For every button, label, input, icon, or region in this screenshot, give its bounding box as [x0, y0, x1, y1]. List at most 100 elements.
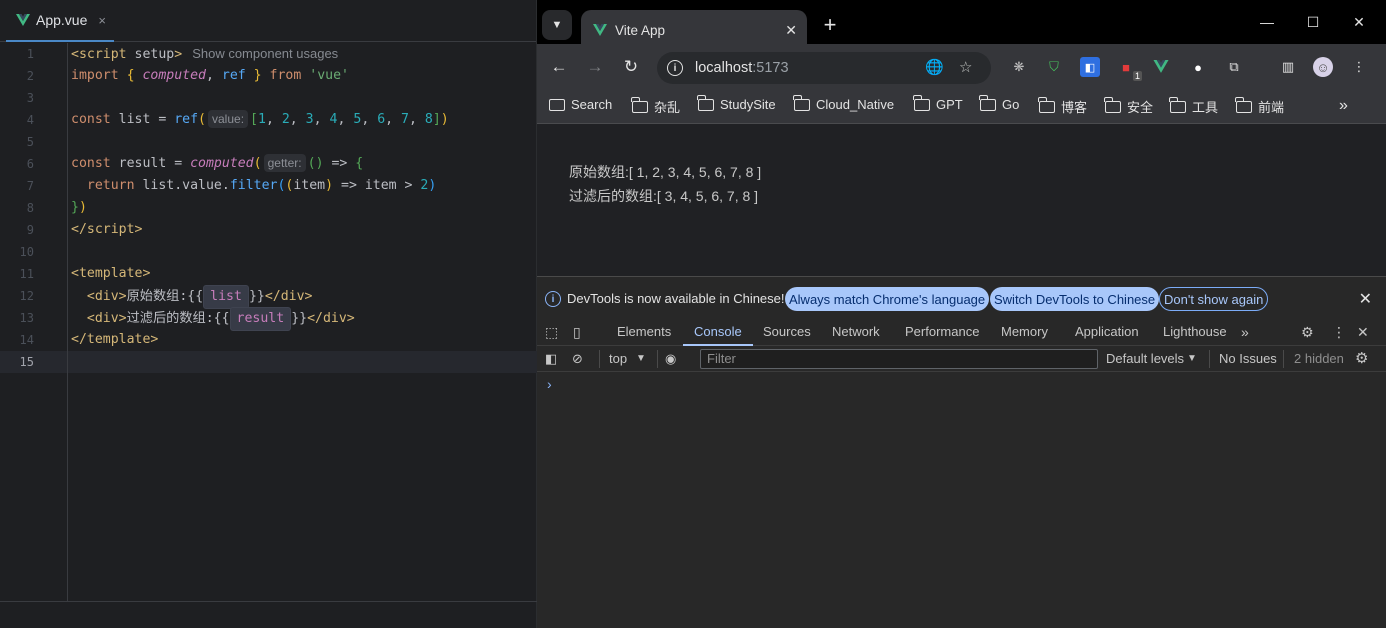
tab-lighthouse[interactable]: Lighthouse: [1163, 324, 1227, 339]
console-toolbar: ◧ ⊘ top ▼ ◉ Filter Default levels ▼ No I…: [537, 346, 1386, 372]
bookmark-folder[interactable]: 工具: [1169, 96, 1218, 116]
chevron-down-icon: ▼: [636, 353, 646, 364]
minimize-button[interactable]: —: [1255, 14, 1279, 30]
console-prompt[interactable]: ›: [547, 376, 552, 392]
bookmark-folder[interactable]: Go: [979, 94, 1019, 112]
code-line: <script setup> Show component usages: [71, 46, 339, 62]
arrow-left-icon: ←: [550, 57, 568, 76]
folder-icon: [1169, 96, 1186, 113]
extension-icon[interactable]: ❋: [1009, 57, 1029, 77]
line-number: 2: [26, 69, 34, 83]
page-text-original: 原始数组:[ 1, 2, 3, 4, 5, 6, 7, 8 ]: [569, 164, 762, 180]
code-line: const list = ref(value: [1, 2, 3, 4, 5, 6…: [71, 110, 449, 128]
gear-icon[interactable]: ⚙: [1355, 349, 1368, 367]
bookmark-folder[interactable]: 安全: [1104, 96, 1153, 116]
clear-console-icon[interactable]: ⊘: [572, 351, 583, 367]
match-language-button[interactable]: Always match Chrome's language: [785, 287, 990, 311]
menu-icon[interactable]: ⋮: [1349, 57, 1369, 77]
code-text-original: 原始数组:: [126, 289, 188, 304]
forward-button[interactable]: →: [581, 53, 609, 81]
log-levels-dropdown[interactable]: Default levels: [1106, 351, 1184, 366]
issues-count[interactable]: No Issues: [1219, 351, 1277, 366]
record-extension-icon[interactable]: ■ 1: [1116, 57, 1142, 81]
tab-elements[interactable]: Elements: [617, 324, 671, 339]
line-number: 15: [19, 355, 34, 369]
vue-devtools-icon[interactable]: [1151, 57, 1171, 77]
kebab-menu-icon[interactable]: ⋮: [1332, 324, 1346, 341]
dont-show-again-button[interactable]: Don't show again: [1159, 287, 1269, 311]
address-bar[interactable]: i localhost:5173 🌐 ☆: [657, 52, 991, 84]
browser-window: ▼ Vite App ✕ + — ☐ ✕ ← → ↻ i localhost:5…: [537, 0, 1386, 628]
folder-icon: [697, 94, 714, 111]
line-number-gutter: 1 2 3 4 5 6 7 8 9 10 11 12 13 14 15: [0, 43, 68, 601]
title-bar: ▼ Vite App ✕ + — ☐ ✕: [537, 0, 1386, 50]
tab-sources[interactable]: Sources: [763, 324, 811, 339]
bookmark-search[interactable]: Search: [549, 97, 612, 112]
close-icon[interactable]: ×: [98, 13, 106, 28]
reload-button[interactable]: ↻: [617, 53, 645, 81]
code-line: <template>: [71, 266, 151, 281]
eye-icon[interactable]: ◉: [665, 351, 676, 367]
maximize-button[interactable]: ☐: [1301, 14, 1325, 31]
gear-icon[interactable]: ⚙: [1301, 324, 1314, 341]
more-tabs-icon[interactable]: »: [1241, 324, 1249, 340]
tab-application[interactable]: Application: [1075, 324, 1139, 339]
context-selector[interactable]: top: [609, 351, 627, 366]
line-number: 5: [26, 135, 34, 149]
usages-hint[interactable]: Show component usages: [192, 46, 338, 61]
back-button[interactable]: ←: [545, 53, 573, 81]
circle-extension-icon[interactable]: ●: [1188, 57, 1208, 77]
close-window-button[interactable]: ✕: [1347, 14, 1371, 31]
bookmarks-bar: Search 杂乱 StudySite Cloud_Native GPT Go …: [537, 90, 1386, 124]
sidebar-toggle-icon[interactable]: ◧: [545, 351, 557, 367]
chevron-down-icon: ▼: [1187, 353, 1197, 364]
chevron-double-right-icon: »: [1339, 97, 1348, 114]
close-icon[interactable]: ✕: [785, 22, 797, 39]
console-filter-input[interactable]: Filter: [700, 349, 1098, 369]
folder-icon: [793, 94, 810, 111]
avatar[interactable]: ☺: [1313, 57, 1333, 77]
puzzle-icon[interactable]: ⧉: [1224, 57, 1244, 77]
code-line: const result = computed(getter:() => {: [71, 154, 364, 172]
inspect-element-icon[interactable]: ⬚: [545, 324, 558, 341]
star-icon[interactable]: ☆: [959, 58, 972, 76]
switch-language-button[interactable]: Switch DevTools to Chinese: [990, 287, 1160, 311]
folder-icon: [1104, 96, 1121, 113]
close-icon[interactable]: ✕: [1357, 324, 1369, 341]
bookmark-folder[interactable]: StudySite: [697, 94, 776, 112]
new-tab-button[interactable]: +: [817, 12, 843, 38]
tab-network[interactable]: Network: [832, 324, 880, 339]
code-line: <div>过滤后的数组:{{result}}</div>: [71, 307, 355, 331]
tab-search-button[interactable]: ▼: [542, 10, 572, 40]
divider: [657, 350, 658, 368]
page-text-filtered: 过滤后的数组:[ 3, 4, 5, 6, 7, 8 ]: [569, 188, 759, 204]
bookmarks-overflow-button[interactable]: »: [1339, 97, 1348, 115]
tab-memory[interactable]: Memory: [1001, 324, 1048, 339]
bookmark-folder[interactable]: 前端: [1235, 96, 1284, 116]
close-icon[interactable]: ✕: [1359, 289, 1372, 309]
folder-icon: [631, 96, 648, 113]
bookmark-folder[interactable]: Cloud_Native: [793, 94, 894, 112]
bookmark-folder[interactable]: 博客: [1038, 96, 1087, 116]
devtools-language-banner: i DevTools is now available in Chinese! …: [537, 276, 1386, 320]
line-number: 13: [19, 311, 34, 325]
site-info-icon[interactable]: i: [667, 60, 683, 76]
line-number: 1: [26, 47, 34, 61]
chevron-down-icon: ▼: [551, 19, 563, 31]
side-panel-icon[interactable]: ▥: [1278, 57, 1298, 77]
bitwarden-icon[interactable]: ◧: [1080, 57, 1100, 77]
translate-icon[interactable]: 🌐: [925, 58, 944, 76]
tab-console[interactable]: Console: [694, 324, 742, 339]
tab-performance[interactable]: Performance: [905, 324, 979, 339]
console-output[interactable]: ›: [537, 372, 1386, 628]
device-toolbar-icon[interactable]: ▯: [573, 324, 581, 341]
line-number: 9: [26, 223, 34, 237]
bookmark-folder[interactable]: GPT: [913, 94, 963, 112]
vue-icon: [16, 13, 30, 26]
shield-icon[interactable]: ⛉: [1044, 57, 1064, 77]
code-area[interactable]: <script setup> Show component usages impo…: [69, 43, 537, 601]
folder-icon: [913, 94, 930, 111]
bookmark-folder[interactable]: 杂乱: [631, 96, 680, 116]
editor-tab-app-vue[interactable]: App.vue ×: [6, 0, 114, 42]
divider: [1283, 350, 1284, 368]
